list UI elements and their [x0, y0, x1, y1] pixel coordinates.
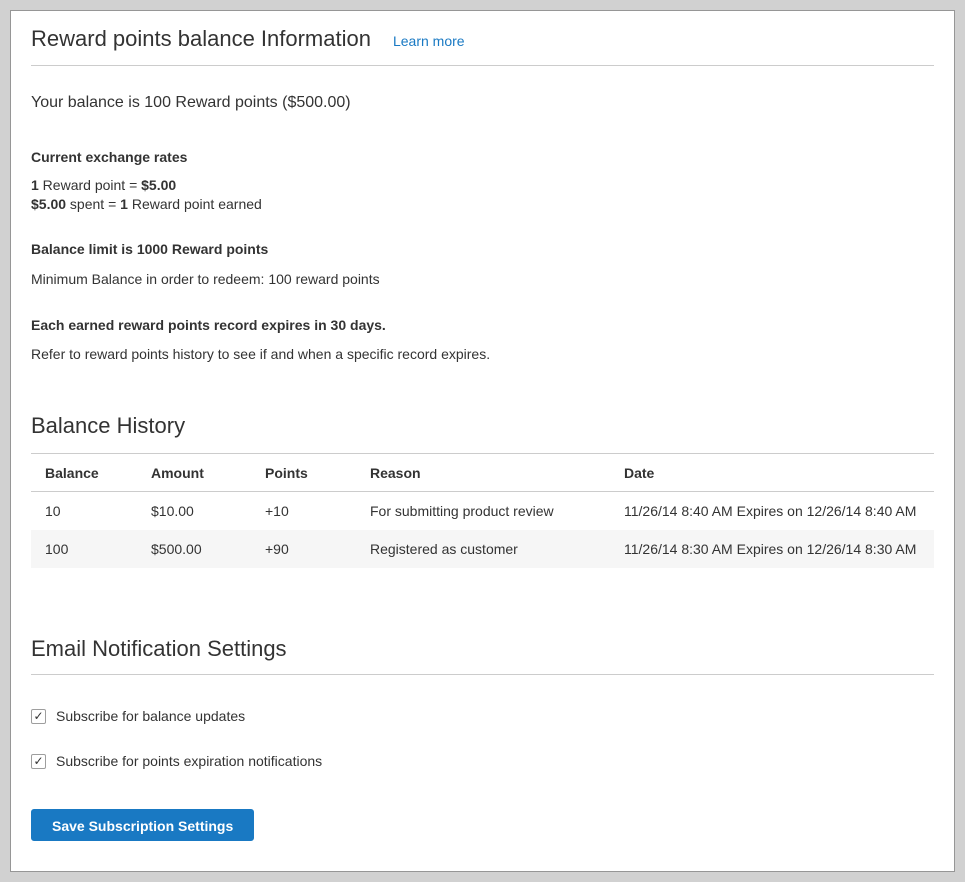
- spend-middle-text: spent =: [66, 196, 120, 212]
- subscribe-expiration-notifications-row: ✓ Subscribe for points expiration notifi…: [31, 753, 934, 769]
- col-header-date: Date: [624, 454, 934, 492]
- table-header-row: Balance Amount Points Reason Date: [31, 454, 934, 492]
- col-header-balance: Balance: [31, 454, 151, 492]
- save-subscription-settings-button[interactable]: Save Subscription Settings: [31, 809, 254, 841]
- col-header-reason: Reason: [370, 454, 624, 492]
- page-title: Reward points balance Information: [31, 25, 371, 53]
- expiry-text: Each earned reward points record expires…: [31, 315, 934, 335]
- cell-reason: Registered as customer: [370, 530, 624, 568]
- rate-middle-text: Reward point =: [39, 177, 141, 193]
- spend-amount-value: $5.00: [31, 196, 66, 212]
- cell-points: +90: [265, 530, 370, 568]
- cell-date: 11/26/14 8:40 AM Expires on 12/26/14 8:4…: [624, 492, 934, 531]
- earned-tail-text: Reward point earned: [128, 196, 262, 212]
- cell-amount: $10.00: [151, 492, 265, 531]
- cell-balance: 100: [31, 530, 151, 568]
- subscribe-balance-updates-checkbox[interactable]: ✓: [31, 709, 46, 724]
- subscribe-balance-updates-label[interactable]: Subscribe for balance updates: [56, 708, 245, 724]
- reward-points-panel: Reward points balance Information Learn …: [10, 10, 955, 872]
- subscribe-expiration-notifications-label[interactable]: Subscribe for points expiration notifica…: [56, 753, 322, 769]
- rate-points-value: 1: [31, 177, 39, 193]
- rate-currency-to-point: $5.00 spent = 1 Reward point earned: [31, 195, 934, 214]
- learn-more-link[interactable]: Learn more: [393, 33, 465, 49]
- col-header-points: Points: [265, 454, 370, 492]
- subscribe-expiration-notifications-checkbox[interactable]: ✓: [31, 754, 46, 769]
- balance-limit-text: Balance limit is 1000 Reward points: [31, 239, 934, 259]
- cell-points: +10: [265, 492, 370, 531]
- exchange-rates-heading: Current exchange rates: [31, 147, 934, 167]
- balance-history-table: Balance Amount Points Reason Date 10 $10…: [31, 453, 934, 568]
- balance-history-heading: Balance History: [31, 412, 934, 440]
- cell-date: 11/26/14 8:30 AM Expires on 12/26/14 8:3…: [624, 530, 934, 568]
- balance-summary: Your balance is 100 Reward points ($500.…: [31, 92, 934, 114]
- cell-balance: 10: [31, 492, 151, 531]
- page-header: Reward points balance Information Learn …: [31, 25, 934, 66]
- rate-point-to-currency: 1 Reward point = $5.00: [31, 176, 934, 195]
- table-row: 10 $10.00 +10 For submitting product rev…: [31, 492, 934, 531]
- col-header-amount: Amount: [151, 454, 265, 492]
- email-settings-heading: Email Notification Settings: [31, 636, 287, 661]
- earned-points-value: 1: [120, 196, 128, 212]
- subscribe-balance-updates-row: ✓ Subscribe for balance updates: [31, 708, 934, 724]
- table-row: 100 $500.00 +90 Registered as customer 1…: [31, 530, 934, 568]
- email-settings-header: Email Notification Settings: [31, 635, 934, 675]
- min-redeem-text: Minimum Balance in order to redeem: 100 …: [31, 269, 934, 289]
- rate-amount-value: $5.00: [141, 177, 176, 193]
- exchange-rates: 1 Reward point = $5.00 $5.00 spent = 1 R…: [31, 176, 934, 214]
- cell-reason: For submitting product review: [370, 492, 624, 531]
- cell-amount: $500.00: [151, 530, 265, 568]
- expiry-note-text: Refer to reward points history to see if…: [31, 344, 934, 364]
